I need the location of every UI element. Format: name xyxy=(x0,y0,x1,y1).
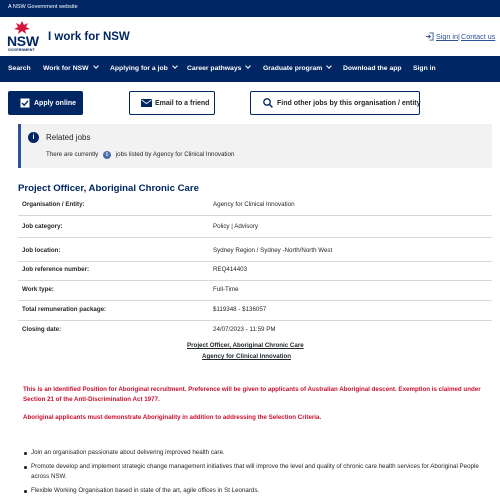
email-friend-button[interactable]: Email to a friend xyxy=(129,91,215,115)
detail-value: REQ414403 xyxy=(213,266,248,273)
info-icon: i xyxy=(28,132,39,143)
nav-item-graduate-program[interactable]: Graduate program xyxy=(263,63,333,72)
list-item: Flexible Working Organisation based in s… xyxy=(24,486,491,496)
detail-value: Sydney Region / Sydney -North/North West xyxy=(213,247,333,254)
chevron-down-icon xyxy=(92,63,99,69)
detail-value: Agency for Clinical Innovation xyxy=(213,201,295,208)
search-icon xyxy=(263,98,273,108)
chevron-down-icon xyxy=(171,63,178,69)
detail-value: Full-Time xyxy=(213,286,239,293)
related-jobs-callout: i Related jobs There are currently 6 job… xyxy=(18,124,492,168)
table-row: Job category: Policy | Advisory xyxy=(18,218,492,238)
nav-item-label: Download the app xyxy=(343,65,402,72)
identified-position-notice: This is an Identified Position for Abori… xyxy=(23,386,481,403)
aboriginality-notice: Aboriginal applicants must demonstrate A… xyxy=(23,414,322,421)
nav-item-label: Work for NSW xyxy=(43,65,89,72)
nav-item-applying[interactable]: Applying for a job xyxy=(110,63,178,72)
list-item-text: Join an organisation passionate about de… xyxy=(31,449,225,456)
apply-online-button[interactable]: Apply online xyxy=(8,91,83,115)
table-row: Work type: Full-Time xyxy=(18,281,492,301)
related-jobs-count-badge[interactable]: 6 xyxy=(103,150,112,159)
nav-item-label: Sign in xyxy=(413,65,436,72)
bullet-icon xyxy=(24,466,27,469)
site-title[interactable]: I work for NSW xyxy=(48,31,130,43)
detail-value: Policy | Advisory xyxy=(213,223,258,230)
detail-label: Job reference number: xyxy=(22,266,90,273)
job-title: Project Officer, Aboriginal Chronic Care xyxy=(18,183,199,194)
chevron-down-icon xyxy=(326,63,333,69)
main-nav: Search Work for NSW Applying for a job C… xyxy=(0,56,500,82)
table-row: Total remuneration package: $119348 - $1… xyxy=(18,301,492,321)
logo-text: NSW xyxy=(7,33,39,49)
related-text-before: There are currently xyxy=(46,151,99,158)
list-item: Promote develop and implement strategic … xyxy=(24,462,491,482)
header-separator: | xyxy=(458,32,460,41)
site-header: NSW GOVERNMENT I work for NSW Sign in | … xyxy=(0,17,500,56)
list-item: Join an organisation passionate about de… xyxy=(24,448,491,458)
nav-item-work-for-nsw[interactable]: Work for NSW xyxy=(43,63,99,72)
apply-online-label: Apply online xyxy=(34,100,76,107)
nav-item-label: Applying for a job xyxy=(110,65,168,72)
sign-in-link[interactable]: Sign in xyxy=(436,32,458,41)
agency-link[interactable]: Agency for Clinical Innovation xyxy=(202,353,291,360)
nav-item-label: Search xyxy=(8,65,31,72)
contact-us-link[interactable]: Contact us xyxy=(461,32,495,41)
nav-item-career-pathways[interactable]: Career pathways xyxy=(187,63,252,72)
logo-subtext: GOVERNMENT xyxy=(8,48,35,52)
detail-value: 24/07/2023 - 11:59 PM xyxy=(213,326,276,333)
related-jobs-title: Related jobs xyxy=(46,133,91,142)
detail-label: Total remuneration package: xyxy=(22,306,107,313)
envelope-icon xyxy=(141,99,152,107)
gov-bar-text: A NSW Government website xyxy=(8,4,78,10)
table-row: Job reference number: REQ414403 xyxy=(18,261,492,281)
list-item-text: Flexible Working Organisation based in s… xyxy=(31,487,260,494)
bullet-icon xyxy=(24,490,27,493)
job-title-link[interactable]: Project Officer, Aboriginal Chronic Care xyxy=(187,342,304,349)
nav-item-label: Career pathways xyxy=(187,65,242,72)
related-text-after: jobs listed by Agency for Clinical Innov… xyxy=(115,151,235,158)
nav-item-download-app[interactable]: Download the app xyxy=(343,65,402,72)
table-row: Closing date: 24/07/2023 - 11:59 PM xyxy=(18,321,492,341)
detail-value: $119348 - $136057 xyxy=(213,306,267,313)
table-row: Job location: Sydney Region / Sydney -No… xyxy=(18,242,492,262)
detail-label: Job location: xyxy=(22,247,61,254)
related-jobs-text: There are currently 6 jobs listed by Age… xyxy=(46,150,235,159)
detail-label: Closing date: xyxy=(22,326,62,333)
email-friend-label: Email to a friend xyxy=(155,100,210,107)
nav-item-sign-in[interactable]: Sign in xyxy=(413,65,436,72)
nsw-logo[interactable]: NSW GOVERNMENT xyxy=(6,21,39,55)
detail-label: Work type: xyxy=(22,286,54,293)
chevron-down-icon xyxy=(245,63,252,69)
table-row: Organisation / Entity: Agency for Clinic… xyxy=(18,196,492,216)
detail-label: Job category: xyxy=(22,223,63,230)
nav-item-search[interactable]: Search xyxy=(8,65,31,72)
detail-label: Organisation / Entity: xyxy=(22,201,85,208)
nav-item-label: Graduate program xyxy=(263,65,323,72)
bullet-icon xyxy=(24,452,27,455)
other-jobs-button[interactable]: Find other jobs by this organisation / e… xyxy=(250,91,421,115)
gov-bar: A NSW Government website xyxy=(0,0,500,17)
sign-in-icon[interactable] xyxy=(425,32,434,41)
other-jobs-label: Find other jobs by this organisation / e… xyxy=(277,100,421,107)
list-item-text: Promote develop and implement strategic … xyxy=(31,463,479,480)
checkbox-icon xyxy=(20,98,30,108)
